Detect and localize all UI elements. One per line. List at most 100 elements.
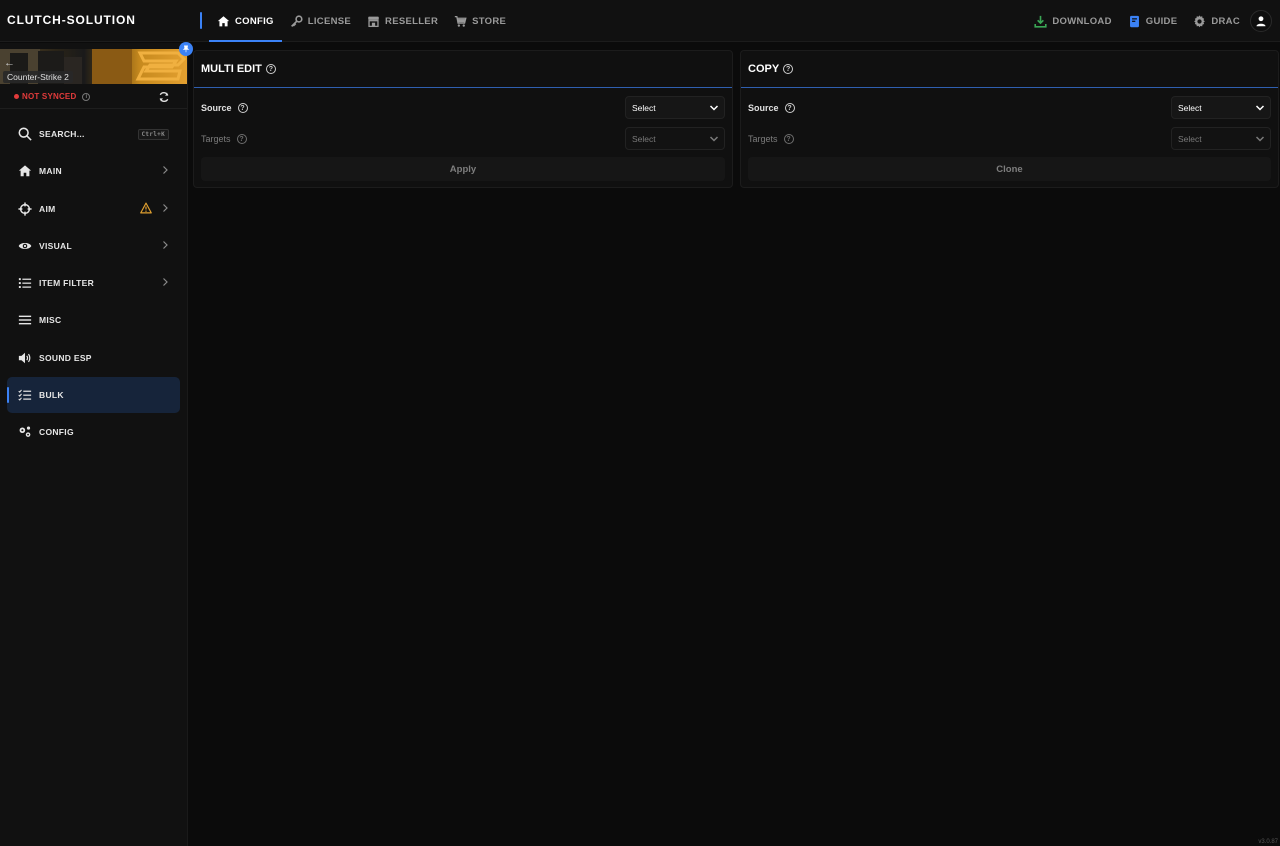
sidebar-item-sound-esp[interactable]: SOUND ESP [7, 340, 180, 376]
source-select[interactable]: Select [625, 96, 725, 119]
sidebar-menu: SEARCH... Ctrl+K MAIN AIM VISUAL ITEM FI… [7, 116, 180, 452]
sidebar-item-bulk[interactable]: BULK [7, 377, 180, 414]
targets-select-value: Select [1178, 133, 1202, 144]
crosshair-icon [17, 201, 32, 216]
targets-select-value: Select [632, 133, 656, 144]
nav-divider [200, 12, 202, 29]
chevron-down-icon [709, 136, 719, 142]
list-icon [17, 276, 32, 291]
apply-button[interactable]: Apply [201, 157, 725, 181]
copy-panel: COPY ? Source ? Select Targets ? Select … [740, 50, 1279, 188]
gear-icon [1194, 14, 1206, 27]
nav-tab-label: STORE [472, 15, 507, 27]
sidebar-item-label: MAIN [39, 166, 62, 177]
gears-icon [17, 425, 32, 440]
help-icon[interactable]: ? [236, 134, 247, 144]
source-label: Source ? [748, 103, 795, 113]
user-name: DRAC [1211, 15, 1240, 27]
download-icon [1034, 15, 1047, 28]
panel-header: MULTI EDIT ? [194, 51, 732, 88]
chevron-down-icon [709, 105, 719, 111]
targets-select[interactable]: Select [625, 127, 725, 150]
sidebar-item-config[interactable]: CONFIG [7, 414, 180, 450]
nav-tab-license[interactable]: LICENSE [282, 0, 359, 42]
targets-select[interactable]: Select [1171, 127, 1271, 150]
status-dot-icon [14, 94, 19, 99]
targets-label: Targets ? [201, 134, 247, 144]
download-button[interactable]: DOWNLOAD [1026, 15, 1119, 28]
help-icon[interactable]: ? [265, 64, 276, 74]
clone-button[interactable]: Clone [748, 157, 1271, 181]
panel-title: MULTI EDIT [201, 63, 262, 75]
back-arrow-icon[interactable]: ← [4, 57, 15, 69]
help-icon[interactable]: ? [783, 64, 794, 74]
sidebar-item-label: BULK [39, 390, 64, 401]
nav-tab-store[interactable]: STORE [446, 0, 514, 42]
nav-tab-reseller[interactable]: RESELLER [359, 0, 446, 42]
game-banner[interactable]: ← Counter-Strike 2 [0, 49, 187, 84]
sidebar-item-main[interactable]: MAIN [7, 153, 180, 189]
sidebar-item-aim[interactable]: AIM [7, 191, 180, 227]
sidebar-item-item-filter[interactable]: ITEM FILTER [7, 265, 180, 301]
info-icon[interactable]: i [82, 92, 91, 101]
sidebar-item-label: VISUAL [39, 240, 72, 251]
chevron-right-icon [163, 278, 168, 287]
avatar[interactable] [1250, 10, 1272, 32]
sidebar-item-misc[interactable]: MISC [7, 302, 180, 338]
version-label: v3.0.87 [1258, 839, 1278, 845]
source-row: Source ? Select [201, 96, 725, 120]
sync-status-label: NOT SYNCED [22, 92, 77, 101]
targets-label-text: Targets [201, 134, 231, 144]
source-row: Source ? Select [748, 96, 1271, 120]
speaker-icon [17, 350, 32, 365]
eye-icon [17, 238, 32, 253]
key-icon [290, 14, 303, 27]
help-icon[interactable]: ? [784, 103, 795, 113]
sidebar-item-label: ITEM FILTER [39, 278, 95, 289]
user-icon [1256, 16, 1266, 27]
source-label-text: Source [748, 103, 779, 113]
targets-row: Targets ? Select [201, 127, 725, 151]
home-icon [217, 15, 230, 26]
sidebar-item-label: SEARCH... [39, 129, 85, 139]
user-settings-button[interactable]: DRAC [1185, 14, 1248, 28]
search-icon [17, 127, 32, 142]
panel-title: COPY [748, 63, 780, 75]
targets-label: Targets ? [748, 134, 794, 144]
help-icon[interactable]: ? [237, 103, 248, 113]
sidebar-item-visual[interactable]: VISUAL [7, 228, 180, 264]
guide-label: GUIDE [1145, 15, 1178, 27]
main-nav: CONFIG LICENSE RESELLER STORE [209, 0, 514, 42]
source-select-value: Select [1178, 102, 1202, 113]
sidebar-item-search[interactable]: SEARCH... Ctrl+K [7, 116, 180, 152]
sidebar-item-label: MISC [39, 315, 62, 326]
warning-icon [140, 202, 152, 214]
chevron-down-icon [1255, 105, 1265, 111]
chevron-right-icon [163, 203, 168, 212]
top-right-actions: DOWNLOAD GUIDE DRAC [1026, 0, 1272, 42]
book-icon [1129, 15, 1139, 27]
cart-icon [454, 15, 467, 27]
chevron-right-icon [163, 166, 168, 175]
download-label: DOWNLOAD [1052, 15, 1112, 27]
targets-row: Targets ? Select [748, 127, 1271, 151]
refresh-icon[interactable] [158, 91, 170, 103]
targets-label-text: Targets [748, 134, 778, 144]
guide-button[interactable]: GUIDE [1120, 15, 1186, 28]
nav-tab-config[interactable]: CONFIG [209, 0, 282, 42]
source-label: Source ? [201, 103, 248, 113]
sidebar-item-label: AIM [39, 203, 56, 214]
store-icon [368, 16, 379, 27]
nav-tab-label: RESELLER [385, 15, 439, 27]
nav-tab-label: CONFIG [235, 15, 274, 27]
home-icon [17, 164, 32, 179]
source-select[interactable]: Select [1171, 96, 1271, 119]
sidebar: ← Counter-Strike 2 NOT SYNCED i SEARCH..… [0, 43, 188, 846]
panel-header: COPY ? [741, 51, 1278, 88]
sync-status: NOT SYNCED i [14, 92, 91, 101]
help-icon[interactable]: ? [783, 134, 794, 144]
sidebar-item-label: CONFIG [39, 427, 74, 438]
multi-edit-panel: MULTI EDIT ? Source ? Select Targets ? S… [193, 50, 733, 188]
chevron-down-icon [1255, 136, 1265, 142]
pin-icon[interactable] [179, 42, 193, 56]
